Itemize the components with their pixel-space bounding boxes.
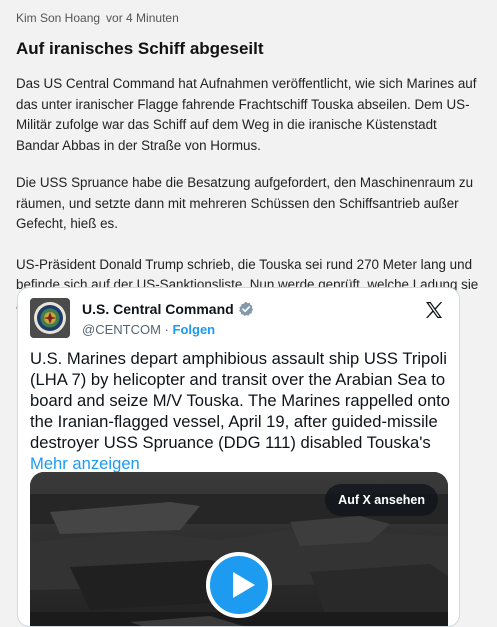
show-more-link[interactable]: Mehr anzeigen: [30, 454, 140, 473]
tweet-author: U.S. Central Command @CENTCOM · Folgen: [82, 300, 254, 339]
author-name: Kim Son Hoang: [16, 11, 101, 25]
avatar[interactable]: [30, 298, 70, 338]
article-headline: Auf iranisches Schiff abgeseilt: [16, 39, 264, 58]
play-icon[interactable]: [206, 552, 272, 618]
verified-badge-icon: [238, 301, 254, 321]
handle-separator: ·: [164, 322, 169, 337]
handle-row: @CENTCOM · Folgen: [82, 321, 254, 339]
handle[interactable]: @CENTCOM: [82, 322, 161, 337]
display-name[interactable]: U.S. Central Command: [82, 301, 234, 317]
tweet-header: U.S. Central Command @CENTCOM · Folgen: [30, 298, 448, 340]
embedded-tweet[interactable]: U.S. Central Command @CENTCOM · Folgen U…: [17, 287, 460, 627]
display-name-row: U.S. Central Command: [82, 300, 254, 321]
tweet-video[interactable]: Auf X ansehen: [30, 472, 448, 626]
centcom-seal-icon: [30, 298, 70, 338]
tweet-text: U.S. Marines depart amphibious assault s…: [30, 348, 450, 474]
follow-button[interactable]: Folgen: [173, 322, 216, 337]
watch-on-x-button[interactable]: Auf X ansehen: [325, 484, 438, 516]
tweet-body: U.S. Marines depart amphibious assault s…: [30, 349, 451, 452]
article-paragraph: Das US Central Command hat Aufnahmen ver…: [16, 76, 477, 153]
byline: Kim Son Hoang vor 4 Minuten: [16, 10, 481, 26]
x-logo-icon[interactable]: [424, 300, 444, 320]
post-time: vor 4 Minuten: [106, 11, 179, 25]
article-paragraph: Die USS Spruance habe die Besatzung aufg…: [16, 175, 474, 231]
